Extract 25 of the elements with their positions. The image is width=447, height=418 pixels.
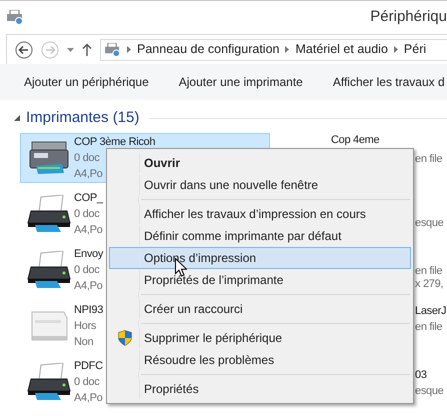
printer-detail: A4,Po [74,167,102,182]
printer-name: Envoy [74,247,104,262]
printer-name: NPI93 [74,303,104,318]
printer-detail: A4,Po [74,279,102,294]
printer-detail: Non [74,335,94,350]
printer-detail: en file [415,152,442,166]
printer-name: LaserJ [415,304,446,318]
printer-name: PDFC [74,359,103,374]
printer-status: 0 doc [74,375,100,390]
window-title: Périphériqu [369,7,447,28]
printer-status: 0 doc [74,207,100,222]
printer-name: 03 [415,368,427,382]
printer-detail: A4,Po [74,223,102,238]
printer-detail: esque [415,384,444,398]
printer-detail: esque [415,216,444,230]
printer-name: COP 3ème Ricoh [74,135,156,150]
printer-status: 0 doc [74,151,100,166]
printer-detail: en file [415,264,442,278]
printer-status: 0 doc [74,263,100,278]
printer-detail: x 279, [415,277,444,291]
printer-name: COP_ [74,191,103,206]
printer-detail: A4,Po [74,391,102,406]
printer-name: Cop 4eme [331,133,380,147]
printer-detail: en file [415,320,442,334]
printer-status: Hors [74,319,96,334]
